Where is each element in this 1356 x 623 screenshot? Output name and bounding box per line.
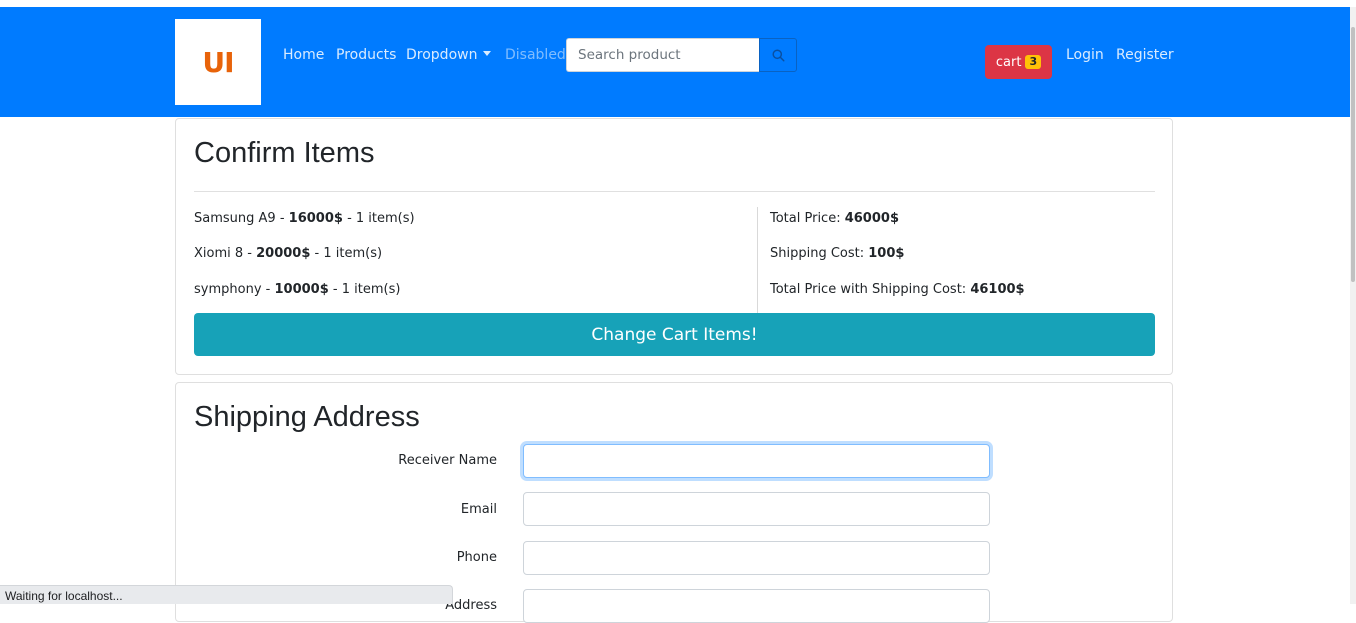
search-icon [771, 48, 785, 62]
item-qty: 1 item(s) [341, 282, 401, 297]
grand-total-value: 46100$ [970, 282, 1025, 297]
column-divider [757, 207, 758, 313]
item-separator: - [243, 246, 257, 261]
receiver-name-field[interactable] [523, 444, 990, 478]
confirm-items-card: Confirm Items Samsung A9 - 16000$ - 1 it… [175, 118, 1173, 375]
item-separator: - [261, 282, 275, 297]
cart-item-line: Xiomi 8 - 20000$ - 1 item(s) [194, 246, 382, 261]
shipping-cost-label: Shipping Cost: [770, 246, 869, 261]
total-price-value: 46000$ [844, 211, 899, 226]
browser-status-bar: Waiting for localhost... [0, 585, 453, 604]
cart-count-badge: 3 [1025, 55, 1042, 69]
item-separator: - [275, 211, 289, 226]
search-form [566, 38, 797, 72]
register-link[interactable]: Register [1116, 47, 1174, 63]
grand-total-line: Total Price with Shipping Cost: 46100$ [770, 282, 1025, 297]
item-qty: 1 item(s) [323, 246, 383, 261]
item-price: 10000$ [274, 282, 329, 297]
title-divider [194, 191, 1155, 192]
total-price-line: Total Price: 46000$ [770, 211, 899, 226]
browser-top-edge [0, 0, 1356, 7]
item-separator: - [328, 282, 342, 297]
phone-label: Phone [456, 550, 497, 565]
shipping-address-title: Shipping Address [194, 401, 420, 433]
item-qty: 1 item(s) [355, 211, 415, 226]
item-name: Xiomi 8 [194, 246, 244, 261]
nav-disabled-link: Disabled [505, 47, 566, 63]
cart-item-line: symphony - 10000$ - 1 item(s) [194, 282, 400, 297]
caret-down-icon [483, 51, 492, 56]
search-input[interactable] [566, 38, 759, 72]
confirm-items-title: Confirm Items [194, 137, 375, 169]
email-label: Email [460, 502, 497, 517]
shipping-cost-value: 100$ [868, 246, 905, 261]
item-price: 16000$ [288, 211, 343, 226]
total-price-label: Total Price: [770, 211, 845, 226]
receiver-name-label: Receiver Name [398, 453, 497, 468]
shipping-cost-line: Shipping Cost: 100$ [770, 246, 904, 261]
cart-button[interactable]: cart 3 [985, 45, 1052, 79]
change-cart-items-button[interactable]: Change Cart Items! [194, 313, 1155, 356]
item-separator: - [342, 211, 356, 226]
scrollbar-thumb[interactable] [1351, 27, 1355, 282]
brand-logo[interactable]: UI [175, 19, 261, 105]
nav-dropdown-label: Dropdown [406, 47, 478, 63]
login-link[interactable]: Login [1066, 47, 1104, 63]
nav-products-link[interactable]: Products [336, 47, 396, 63]
logo-text: UI [202, 45, 234, 79]
item-price: 20000$ [256, 246, 311, 261]
address-field[interactable] [523, 589, 990, 623]
navbar: UI Home Products Dropdown Disabled cart … [0, 7, 1350, 117]
cart-item-line: Samsung A9 - 16000$ - 1 item(s) [194, 211, 415, 226]
search-button[interactable] [759, 38, 797, 72]
nav-dropdown-toggle[interactable]: Dropdown [406, 47, 492, 63]
item-name: Samsung A9 [194, 211, 276, 226]
cart-label: cart [995, 54, 1022, 70]
item-separator: - [310, 246, 324, 261]
email-field[interactable] [523, 492, 990, 526]
page-scrollbar[interactable] [1350, 7, 1356, 604]
item-name: symphony [194, 282, 262, 297]
nav-home-link[interactable]: Home [283, 47, 324, 63]
grand-total-label: Total Price with Shipping Cost: [770, 282, 971, 297]
phone-field[interactable] [523, 541, 990, 575]
